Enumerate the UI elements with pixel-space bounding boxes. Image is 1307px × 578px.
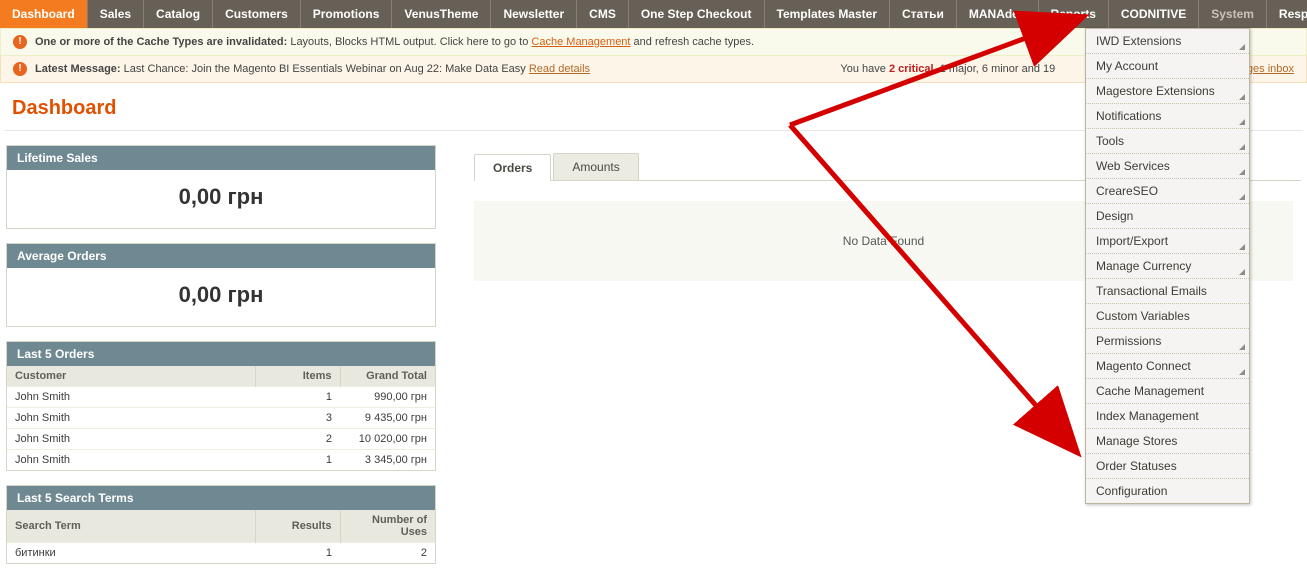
average-orders-value: 0,00 грн — [7, 268, 435, 326]
nav-codnitive[interactable]: CODNITIVE — [1109, 0, 1199, 28]
nav-статьи[interactable]: Статьи — [890, 0, 957, 28]
menu-permissions[interactable]: Permissions — [1086, 329, 1249, 354]
cache-management-link[interactable]: Cache Management — [531, 36, 630, 48]
menu-index-management[interactable]: Index Management — [1086, 404, 1249, 429]
lifetime-sales-panel: Lifetime Sales 0,00 грн — [6, 145, 436, 229]
col-grand-total[interactable]: Grand Total — [340, 366, 435, 387]
cache-notice-bold: One or more of the Cache Types are inval… — [35, 36, 287, 48]
nav-dashboard[interactable]: Dashboard — [0, 0, 88, 28]
menu-manage-stores[interactable]: Manage Stores — [1086, 429, 1249, 454]
nav-one-step-checkout[interactable]: One Step Checkout — [629, 0, 765, 28]
menu-my-account[interactable]: My Account — [1086, 54, 1249, 79]
nav-sales[interactable]: Sales — [88, 0, 144, 28]
menu-magento-connect[interactable]: Magento Connect — [1086, 354, 1249, 379]
warning-icon: ! — [13, 35, 27, 49]
menu-custom-variables[interactable]: Custom Variables — [1086, 304, 1249, 329]
table-row[interactable]: John Smith13 345,00 грн — [7, 450, 435, 471]
latest-message-mid: Last Chance: Join the Magento BI Essenti… — [121, 63, 529, 75]
last-orders-panel: Last 5 Orders Customer Items Grand Total… — [6, 341, 436, 471]
search-terms-header: Last 5 Search Terms — [7, 486, 435, 510]
menu-magestore-extensions[interactable]: Magestore Extensions — [1086, 79, 1249, 104]
latest-message-bold: Latest Message: — [35, 63, 121, 75]
nav-system[interactable]: System — [1199, 0, 1267, 28]
menu-tools[interactable]: Tools — [1086, 129, 1249, 154]
table-row[interactable]: John Smith1990,00 грн — [7, 387, 435, 408]
tab-amounts[interactable]: Amounts — [553, 153, 638, 180]
system-dropdown: IWD ExtensionsMy AccountMagestore Extens… — [1085, 28, 1250, 504]
nav-templates-master[interactable]: Templates Master — [765, 0, 890, 28]
tab-orders[interactable]: Orders — [474, 154, 551, 181]
col-uses[interactable]: Number of Uses — [340, 510, 435, 543]
table-row[interactable]: John Smith210 020,00 грн — [7, 429, 435, 450]
menu-web-services[interactable]: Web Services — [1086, 154, 1249, 179]
menu-order-statuses[interactable]: Order Statuses — [1086, 454, 1249, 479]
menu-design[interactable]: Design — [1086, 204, 1249, 229]
warning-icon: ! — [13, 62, 27, 76]
table-row[interactable]: John Smith39 435,00 грн — [7, 408, 435, 429]
last-orders-table: Customer Items Grand Total John Smith199… — [7, 366, 435, 470]
col-search-term[interactable]: Search Term — [7, 510, 255, 543]
nav-catalog[interactable]: Catalog — [144, 0, 213, 28]
menu-cache-management[interactable]: Cache Management — [1086, 379, 1249, 404]
search-terms-table: Search Term Results Number of Uses битин… — [7, 510, 435, 563]
menu-creareseo[interactable]: CreareSEO — [1086, 179, 1249, 204]
last-orders-header: Last 5 Orders — [7, 342, 435, 366]
menu-configuration[interactable]: Configuration — [1086, 479, 1249, 503]
menu-iwd-extensions[interactable]: IWD Extensions — [1086, 29, 1249, 54]
nav-manadev[interactable]: MANAdev — [957, 0, 1039, 28]
lifetime-sales-header: Lifetime Sales — [7, 146, 435, 170]
cache-notice-mid: Layouts, Blocks HTML output. Click here … — [287, 36, 531, 48]
nav-customers[interactable]: Customers — [213, 0, 301, 28]
top-nav: DashboardSalesCatalogCustomersPromotions… — [0, 0, 1307, 28]
message-status: You have 2 critical, 1 major, 6 minor an… — [840, 63, 1055, 75]
nav-promotions[interactable]: Promotions — [301, 0, 393, 28]
read-details-link[interactable]: Read details — [529, 63, 590, 75]
nav-cms[interactable]: CMS — [577, 0, 629, 28]
menu-transactional-emails[interactable]: Transactional Emails — [1086, 279, 1249, 304]
menu-import-export[interactable]: Import/Export — [1086, 229, 1249, 254]
col-customer[interactable]: Customer — [7, 366, 255, 387]
left-column: Lifetime Sales 0,00 грн Average Orders 0… — [6, 145, 436, 578]
average-orders-panel: Average Orders 0,00 грн — [6, 243, 436, 327]
nav-newsletter[interactable]: Newsletter — [491, 0, 577, 28]
col-results[interactable]: Results — [255, 510, 340, 543]
search-terms-panel: Last 5 Search Terms Search Term Results … — [6, 485, 436, 564]
table-row[interactable]: битинки12 — [7, 543, 435, 564]
no-data-label: No Data Found — [843, 234, 924, 248]
menu-notifications[interactable]: Notifications — [1086, 104, 1249, 129]
cache-notice-tail: and refresh cache types. — [630, 36, 754, 48]
nav-venustheme[interactable]: VenusTheme — [392, 0, 491, 28]
average-orders-header: Average Orders — [7, 244, 435, 268]
nav-reports[interactable]: Reports — [1039, 0, 1109, 28]
nav-responsivebannerslider[interactable]: Responsivebannerslider — [1267, 0, 1307, 28]
lifetime-sales-value: 0,00 грн — [7, 170, 435, 228]
col-items[interactable]: Items — [255, 366, 340, 387]
menu-manage-currency[interactable]: Manage Currency — [1086, 254, 1249, 279]
